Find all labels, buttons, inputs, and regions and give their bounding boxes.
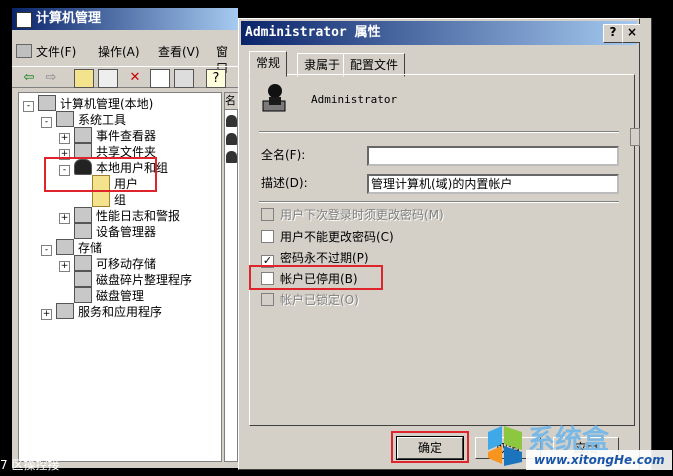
fullname-field[interactable] [367,146,619,166]
up-folder-icon[interactable] [74,69,94,88]
back-arrow-icon[interactable]: ⇦ [20,69,38,86]
tree-item[interactable]: + 可移动存储 [59,255,157,272]
user-list-icon[interactable] [226,133,237,145]
file-menu-icon [16,44,32,58]
cb-account-locked[interactable]: 帐户已锁定(O) [261,292,359,308]
administrator-properties-dialog: Administrator 属性 ? × 常规 隶属于 配置文件 Adminis… [238,18,642,470]
console-tree[interactable]: - 计算机管理(本地) - 系统工具 + 事件查看器 + 共享文件夹 - 本地用户和组 用户组 + 性能… [18,92,222,462]
description-label: 描述(D): [261,176,308,190]
forward-arrow-icon[interactable]: ⇨ [42,69,60,86]
tree-item-label: 性能日志和警报 [96,209,181,223]
removable-storage-icon [74,255,92,271]
checkbox-label: 密码永不过期(P) [280,251,369,265]
tree-item-label: 磁盘碎片整理程序 [96,273,193,287]
tree-item[interactable]: + 性能日志和警报 [59,207,181,224]
help-icon[interactable]: ? [206,69,226,88]
checkbox-icon[interactable] [261,293,274,306]
disk-icon [74,287,92,303]
highlight-box-account-disabled [249,265,383,290]
cm-toolbar: ⇦ ⇨ ✕ ? [12,66,238,88]
storage-icon [56,239,74,255]
account-name: Administrator [311,93,398,106]
tree-item[interactable]: 组 [77,191,126,207]
user-list-icon[interactable] [226,115,237,127]
tab-general[interactable]: 常规 [249,51,288,77]
event-viewer-icon [74,127,92,143]
checkbox-icon[interactable] [261,208,274,221]
tree-item-label: 服务和应用程序 [78,305,163,319]
menu-action[interactable]: 操作(A) [98,44,140,60]
checkbox-label: 用户下次登录时须更改密码(M) [280,208,444,222]
tree-item[interactable]: 磁盘管理 [59,287,144,303]
tree-item[interactable]: + 事件查看器 [59,127,157,144]
tree-item[interactable]: + 服务和应用程序 [41,303,163,320]
tree-item[interactable]: 磁盘碎片整理程序 [59,271,192,287]
tree-item-label: 存储 [78,241,103,255]
show-tree-icon[interactable] [98,69,118,88]
computer-management-icon [16,12,32,28]
services-icon [56,303,74,319]
details-pane[interactable]: 名 [224,92,239,462]
tree-item-label: 计算机管理(本地) [60,97,154,111]
dialog-title: Administrator 属性 [245,25,381,40]
tree-item-label: 组 [114,193,127,207]
expand-icon[interactable]: + [41,309,52,320]
user-list-icon[interactable] [226,151,237,163]
collapse-icon[interactable]: - [41,245,52,256]
highlight-box-local-users [44,157,157,192]
tree-item[interactable]: - 计算机管理(本地) [23,95,154,112]
cm-menu-bar: 文件(F) 操作(A) 查看(V) 窗口 [12,42,238,75]
properties-icon[interactable] [150,69,170,88]
cb-cannot-change-password[interactable]: 用户不能更改密码(C) [261,229,394,245]
tree-item-label: 设备管理器 [96,225,157,239]
computer-management-window: 计算机管理 文件(F) 操作(A) 查看(V) 窗口 ⇦ ⇨ ✕ ? - 计算机管… [12,8,239,468]
separator [259,201,619,203]
status-bar: 7 区操控接 [0,458,60,472]
help-button[interactable]: ? [603,24,623,43]
checkbox-label: 帐户已锁定(O) [280,293,359,307]
cb-must-change-password[interactable]: 用户下次登录时须更改密码(M) [261,207,444,223]
tools-icon [56,111,74,127]
cb-password-never-expires[interactable]: ✓ 密码永不过期(P) [261,250,369,268]
menu-view[interactable]: 查看(V) [158,44,200,60]
checkbox-label: 用户不能更改密码(C) [280,230,394,244]
folder-icon [92,191,110,207]
collapse-icon[interactable]: - [23,101,34,112]
cm-title: 计算机管理 [36,11,102,26]
scroll-handle[interactable] [630,128,640,146]
tree-item-label: 事件查看器 [96,129,157,143]
delete-icon[interactable]: ✕ [126,69,144,86]
watermark-logo-icon [488,426,522,466]
tree-item[interactable]: - 存储 [41,239,103,256]
ok-button[interactable]: 确定 [396,436,464,460]
user-account-icon [262,84,286,112]
performance-icon [74,207,92,223]
tree-item-label: 可移动存储 [96,257,157,271]
close-button[interactable]: × [622,24,642,43]
cm-title-bar[interactable]: 计算机管理 [12,8,238,30]
collapse-icon[interactable]: - [41,117,52,128]
dialog-title-bar[interactable]: Administrator 属性 ? × [241,21,642,45]
device-manager-icon [74,223,92,239]
tree-item-label: 系统工具 [78,113,127,127]
export-icon[interactable] [174,69,194,88]
tree-item[interactable]: 设备管理器 [59,223,156,239]
description-field[interactable]: 管理计算机(域)的内置帐户 [367,174,619,194]
list-column-header[interactable]: 名 [225,93,239,110]
checkbox-icon[interactable] [261,230,274,243]
menu-file[interactable]: 文件(F) [16,44,76,60]
fullname-label: 全名(F): [261,148,306,162]
background-window-edge [640,18,652,470]
tree-item-label: 磁盘管理 [96,289,145,303]
defrag-icon [74,271,92,287]
tree-item[interactable]: - 系统工具 [41,111,127,128]
separator [259,131,619,133]
computer-icon [38,95,56,111]
watermark-url: www.xitongHe.com [526,450,672,470]
